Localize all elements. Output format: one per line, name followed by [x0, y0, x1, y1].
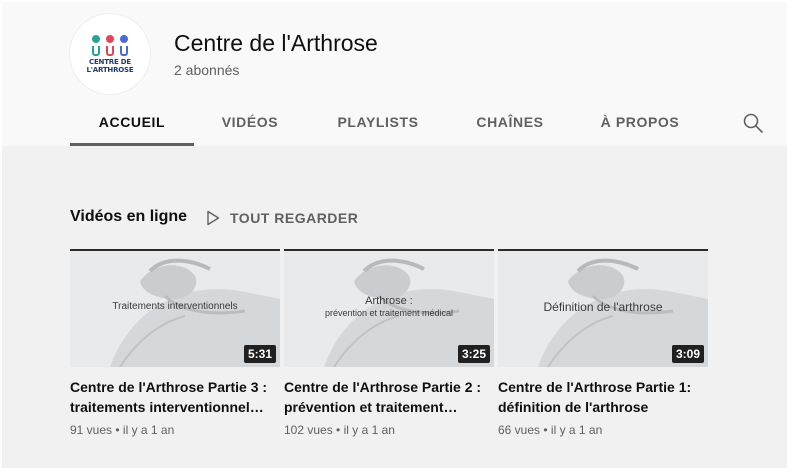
- home-content: Vidéos en ligne TOUT REGARDER Traitement…: [2, 146, 787, 468]
- thumbnail-caption: Définition de l'arthrose: [543, 300, 663, 314]
- channel-page: CENTRE DE L'ARTHROSE Centre de l'Arthros…: [2, 2, 787, 468]
- shelf-title[interactable]: Vidéos en ligne: [70, 208, 187, 226]
- channel-tabs: ACCUEIL VIDÉOS PLAYLISTS CHAÎNES À PROPO…: [2, 100, 787, 146]
- channel-name: Centre de l'Arthrose: [174, 30, 378, 56]
- logo-text: CENTRE DE L'ARTHROSE: [86, 58, 134, 74]
- play-outline-icon: [207, 210, 220, 226]
- subscriber-count: 2 abonnés: [174, 62, 240, 78]
- video-meta: 102 vues • il y a 1 an: [284, 423, 395, 437]
- search-icon[interactable]: [742, 112, 764, 134]
- video-duration: 3:25: [457, 345, 490, 363]
- play-all-label: TOUT REGARDER: [230, 210, 359, 226]
- video-thumbnail[interactable]: Arthrose : prévention et traitement médi…: [284, 249, 494, 367]
- thumbnail-caption: Traitements interventionnels: [112, 301, 238, 312]
- video-meta: 66 vues • il y a 1 an: [498, 423, 603, 437]
- tab-playlists[interactable]: PLAYLISTS: [328, 100, 428, 146]
- logo-figures: [90, 46, 130, 56]
- tab-chaines[interactable]: CHAÎNES: [468, 100, 552, 146]
- logo-dot-teal: [92, 35, 100, 43]
- logo-dot-blue: [120, 35, 128, 43]
- video-card[interactable]: Traitements interventionnels 5:31 Centre…: [70, 249, 280, 437]
- play-all-button[interactable]: TOUT REGARDER: [206, 208, 358, 228]
- tab-videos[interactable]: VIDÉOS: [212, 100, 288, 146]
- video-thumbnail[interactable]: Définition de l'arthrose 3:09: [498, 249, 708, 367]
- video-title[interactable]: Centre de l'Arthrose Partie 2 : préventi…: [284, 377, 490, 417]
- thumbnail-subcaption: prévention et traitement médical: [324, 308, 454, 318]
- logo-dot-red: [106, 35, 114, 43]
- video-meta: 91 vues • il y a 1 an: [70, 423, 175, 437]
- video-title[interactable]: Centre de l'Arthrose Partie 3 : traiteme…: [70, 377, 276, 417]
- video-duration: 3:09: [671, 345, 704, 363]
- video-card[interactable]: Définition de l'arthrose 3:09 Centre de …: [498, 249, 708, 437]
- thumbnail-caption: Arthrose :: [365, 295, 413, 307]
- video-card[interactable]: Arthrose : prévention et traitement médi…: [284, 249, 494, 437]
- tab-a-propos[interactable]: À PROPOS: [594, 100, 686, 146]
- video-title[interactable]: Centre de l'Arthrose Partie 1: définitio…: [498, 377, 704, 417]
- video-thumbnail[interactable]: Traitements interventionnels 5:31: [70, 249, 280, 367]
- video-duration: 5:31: [243, 345, 276, 363]
- channel-header: CENTRE DE L'ARTHROSE Centre de l'Arthros…: [2, 2, 787, 146]
- channel-avatar[interactable]: CENTRE DE L'ARTHROSE: [70, 14, 150, 94]
- tab-accueil[interactable]: ACCUEIL: [70, 100, 194, 146]
